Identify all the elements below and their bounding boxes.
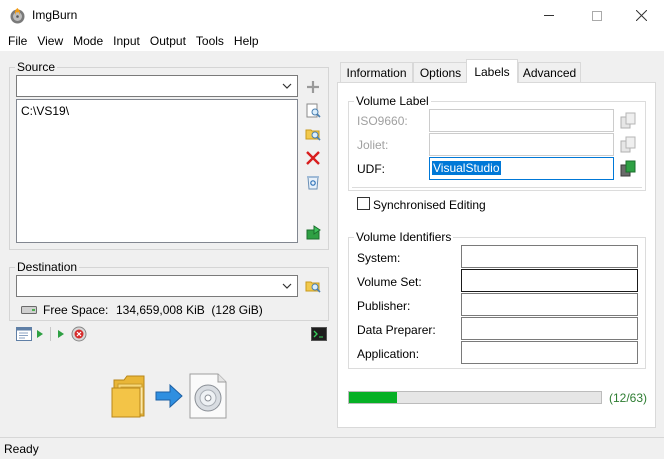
browse-destination-button[interactable] (304, 277, 322, 295)
volume-set-field[interactable] (461, 269, 638, 292)
menu-view[interactable]: View (32, 31, 68, 51)
tab-information[interactable]: Information (340, 62, 413, 82)
status-text: Ready (4, 442, 39, 456)
copy-label-icon[interactable] (620, 159, 636, 177)
add-button[interactable] (304, 78, 322, 96)
red-x-icon (306, 151, 320, 165)
progress-text: (12/63) (609, 391, 648, 405)
copy-label-icon[interactable] (620, 135, 636, 153)
remove-button[interactable] (304, 149, 322, 167)
menu-input[interactable]: Input (108, 31, 145, 51)
recycle-bin-icon (307, 176, 319, 190)
browse-file-button[interactable] (304, 102, 322, 120)
imgburn-fire-icon (10, 8, 25, 24)
maximize-button[interactable] (574, 0, 620, 31)
build-button[interactable] (110, 370, 230, 420)
chevron-down-icon (282, 283, 292, 289)
folder-to-disc-icon (111, 373, 227, 419)
toolbar-separator (50, 327, 51, 341)
minimize-button[interactable] (526, 0, 572, 31)
calculate-button[interactable] (304, 224, 322, 242)
menu-output[interactable]: Output (145, 31, 191, 51)
chevron-down-icon (282, 83, 292, 89)
menu-bar: File View Mode Input Output Tools Help (0, 31, 664, 51)
udf-label: UDF: (357, 162, 385, 176)
iso9660-field[interactable] (429, 109, 614, 132)
tab-advanced[interactable]: Advanced (518, 62, 581, 82)
data-preparer-label: Data Preparer: (357, 323, 436, 337)
system-label: System: (357, 251, 401, 265)
joliet-label: Joliet: (357, 138, 389, 152)
hard-drive-icon (21, 306, 37, 314)
application-field[interactable] (461, 341, 638, 364)
close-button[interactable] (618, 0, 664, 31)
list-item[interactable]: C:\VS19\ (21, 104, 69, 118)
free-space-label: Free Space: (43, 303, 109, 317)
sync-editing-checkbox[interactable] (357, 197, 370, 210)
progress-bar (348, 391, 602, 404)
menu-mode[interactable]: Mode (68, 31, 108, 51)
menu-file[interactable]: File (3, 31, 32, 51)
properties-icon[interactable] (16, 327, 32, 341)
browse-folder-icon (305, 281, 321, 293)
udf-field-value: VisualStudio (432, 161, 501, 175)
progress-fill (349, 392, 397, 403)
close-icon (635, 10, 647, 21)
publisher-field[interactable] (461, 293, 638, 316)
source-file-list[interactable]: C:\VS19\ (16, 99, 298, 243)
divider (352, 187, 642, 188)
tab-options[interactable]: Options (413, 62, 468, 82)
system-field[interactable] (461, 245, 638, 268)
udf-field[interactable]: VisualStudio (429, 157, 614, 180)
green-arrow-icon (306, 225, 321, 240)
browse-folder-button[interactable] (304, 125, 322, 143)
free-space-value: 134,659,008 KiB (128 GiB) (116, 303, 263, 317)
destination-combo[interactable] (16, 275, 298, 297)
volume-label-title: Volume Label (354, 94, 431, 108)
data-preparer-field[interactable] (461, 317, 638, 340)
status-bar: Ready (0, 437, 664, 459)
window-title: ImgBurn (32, 8, 78, 22)
browse-folder-icon (305, 129, 321, 141)
destination-label: Destination (15, 260, 80, 274)
log-window-icon[interactable] (311, 327, 327, 341)
joliet-field[interactable] (429, 133, 614, 156)
copy-label-icon[interactable] (620, 111, 636, 129)
debug-icon[interactable] (71, 326, 87, 342)
minimize-icon (544, 15, 554, 16)
volume-identifiers-title: Volume Identifiers (354, 230, 454, 244)
application-label: Application: (357, 347, 420, 361)
iso9660-label: ISO9660: (357, 114, 408, 128)
clear-button[interactable] (304, 173, 322, 191)
plus-icon (307, 81, 319, 93)
play-small-icon[interactable] (37, 330, 43, 338)
browse-file-icon (306, 103, 321, 118)
sync-editing-label[interactable]: Synchronised Editing (373, 198, 486, 212)
menu-tools[interactable]: Tools (191, 31, 229, 51)
source-label: Source (15, 60, 58, 74)
maximize-icon (592, 10, 602, 21)
play-small-icon[interactable] (58, 330, 64, 338)
menu-help[interactable]: Help (229, 31, 264, 51)
publisher-label: Publisher: (357, 299, 411, 313)
source-combo[interactable] (16, 75, 298, 97)
tab-labels[interactable]: Labels (466, 59, 518, 83)
volume-set-label: Volume Set: (357, 275, 422, 289)
